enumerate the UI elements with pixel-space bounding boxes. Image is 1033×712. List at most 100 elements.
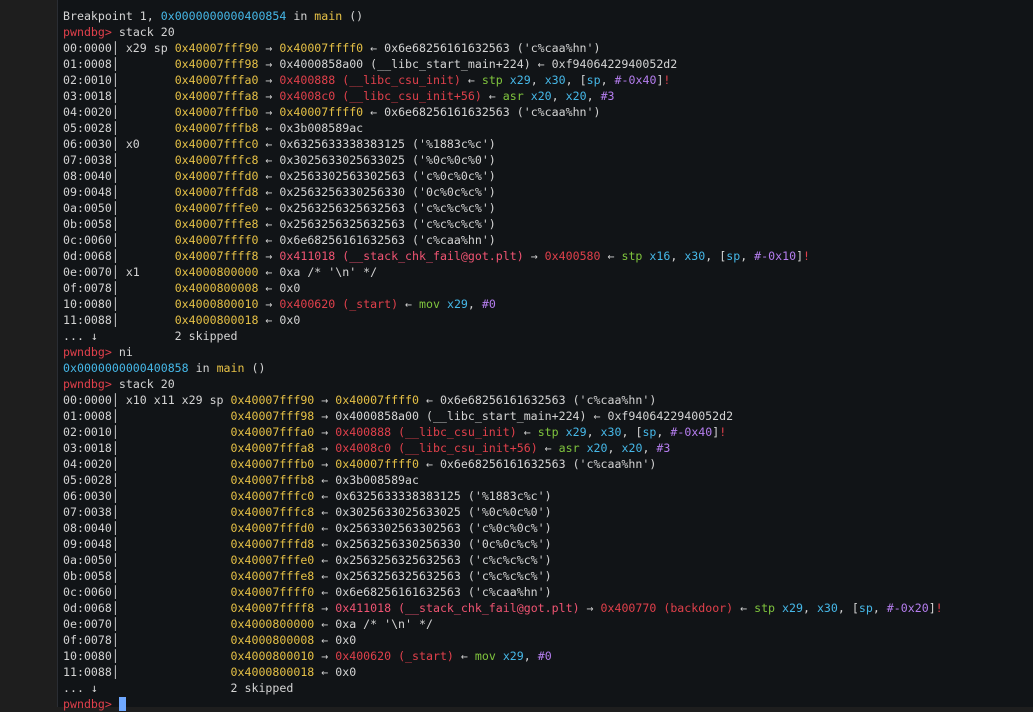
terminal-text: 0x4008c0 (__libc_csu_init+56) <box>335 441 538 455</box>
terminal-text: ← 0x6e68256161632563 ('c%caa%hn') <box>363 105 601 119</box>
terminal-line: pwndbg> <box>58 696 1033 712</box>
terminal-text: 0x40007fffd0 <box>230 521 315 535</box>
terminal-line: pwndbg> stack 20 <box>58 24 1033 40</box>
terminal-text: 0x40007fffa0 <box>174 73 259 87</box>
terminal-text: → <box>314 601 336 615</box>
terminal-text: 11:0088│ <box>63 313 175 327</box>
terminal-text: 0x40007fff90 <box>174 41 259 55</box>
terminal-text: 09:0048│ <box>63 185 175 199</box>
terminal-text: , <box>600 73 615 87</box>
terminal-text: ni <box>111 345 133 359</box>
terminal-text: stack 20 <box>111 25 175 39</box>
prompt-label: pwndbg> <box>63 697 112 711</box>
terminal-text: ← <box>516 425 538 439</box>
terminal-text: ← 0x6325633338383125 ('%1883c%c') <box>258 137 496 151</box>
terminal-text: ← 0x0 <box>258 313 301 327</box>
terminal-text: 0x40007ffff0 <box>335 457 420 471</box>
terminal-text: #0 <box>481 297 496 311</box>
terminal-text: , <box>670 249 685 263</box>
terminal-text: 0e:0070│ x1 <box>63 265 175 279</box>
terminal-line: 00:0000│ x10 x11 x29 sp 0x40007fff90 → 0… <box>58 392 1033 408</box>
terminal-text: ← 0x3025633025633025 ('%0c%0c%0') <box>314 505 552 519</box>
terminal-text: sp <box>642 425 657 439</box>
terminal-text: mov <box>419 297 440 311</box>
terminal-text: sp <box>586 73 601 87</box>
terminal-text: 0a:0050│ <box>63 201 175 215</box>
terminal-text: #3 <box>656 441 671 455</box>
terminal-text: 0x40007fffd8 <box>174 185 259 199</box>
terminal-line: 11:0088│ 0x4000800018 ← 0x0 <box>58 312 1033 328</box>
terminal-text: , <box>586 425 601 439</box>
terminal-text: → 0x4000858a00 (__libc_start_main+224) ←… <box>314 409 734 423</box>
terminal-text: ← 0x6e68256161632563 ('c%caa%hn') <box>258 233 496 247</box>
terminal-text: sp <box>726 249 741 263</box>
terminal-text: , <box>642 441 657 455</box>
terminal-text: ← 0x6e68256161632563 ('c%caa%hn') <box>363 41 601 55</box>
terminal-text: 0e:0070│ <box>63 617 231 631</box>
terminal-text: 02:0010│ <box>63 73 175 87</box>
terminal-text: 0x40007ffff8 <box>230 601 315 615</box>
terminal-text: main <box>314 9 343 23</box>
terminal-text: , [ <box>705 249 727 263</box>
terminal-text: 0x411018 (__stack_chk_fail@got.plt) <box>335 601 580 615</box>
terminal-text: x29 <box>446 297 468 311</box>
terminal-text: 0x40007ffff0 <box>335 393 420 407</box>
terminal-line: ... ↓ 2 skipped <box>58 680 1033 696</box>
terminal-text: 0x40007fffc8 <box>230 505 315 519</box>
terminal-text: → <box>258 73 280 87</box>
terminal-text: ← <box>481 89 503 103</box>
terminal-text: x20 <box>565 89 587 103</box>
terminal-line: 06:0030│ 0x40007fffc0 ← 0x63256333383831… <box>58 488 1033 504</box>
terminal-text: 09:0048│ <box>63 537 231 551</box>
terminal-text: 04:0020│ <box>63 105 175 119</box>
terminal-text: () <box>342 9 364 23</box>
terminal-text: , <box>523 649 538 663</box>
terminal-line: 07:0038│ 0x40007fffc8 ← 0x30256330256330… <box>58 152 1033 168</box>
terminal-text: 0x40007fffb0 <box>230 457 315 471</box>
terminal-text: 0x40007ffff0 <box>279 41 364 55</box>
terminal-text: x30 <box>816 601 838 615</box>
terminal-text: → <box>258 297 280 311</box>
terminal-text: 06:0030│ x0 <box>63 137 175 151</box>
terminal-text: 0x40007fffc8 <box>174 153 259 167</box>
cursor[interactable] <box>118 697 126 711</box>
terminal-text: , <box>467 297 482 311</box>
terminal-text: stack 20 <box>111 377 175 391</box>
terminal-text: main <box>216 361 245 375</box>
terminal-text: #0 <box>537 649 552 663</box>
prompt-label: pwndbg> <box>63 345 112 359</box>
terminal-text: mov <box>474 649 496 663</box>
terminal-text: ← 0x2563256325632563 ('c%c%c%c%') <box>258 217 496 231</box>
terminal-text: 0x40007fffc0 <box>174 137 259 151</box>
terminal-text: 0x40007fffe0 <box>230 553 315 567</box>
terminal-line: 05:0028│ 0x40007fffb8 ← 0x3b008589ac <box>58 472 1033 488</box>
terminal-text: 0x40007fffe8 <box>174 217 259 231</box>
terminal-text: asr <box>502 89 524 103</box>
terminal-text: 01:0008│ <box>63 409 231 423</box>
terminal-text: 0x4000800018 <box>174 313 259 327</box>
terminal-text: 0x4000800000 <box>230 617 315 631</box>
terminal-text: , <box>607 441 622 455</box>
terminal-line: 03:0018│ 0x40007fffa8 → 0x4008c0 (__libc… <box>58 440 1033 456</box>
terminal-line: 0a:0050│ 0x40007fffe0 ← 0x25632563256325… <box>58 200 1033 216</box>
terminal-text: 0x40007fffe8 <box>230 569 315 583</box>
terminal-text: 0c:0060│ <box>63 585 231 599</box>
terminal-text: 0x40007fffa0 <box>230 425 315 439</box>
terminal-window[interactable]: Breakpoint 1, 0x0000000000400854 in main… <box>57 0 1033 711</box>
terminal-text: ← <box>733 601 755 615</box>
terminal-text: ! <box>663 73 671 87</box>
terminal-line: 10:0080│ 0x4000800010 → 0x400620 (_start… <box>58 648 1033 664</box>
terminal-text: , <box>586 89 601 103</box>
terminal-text: 0x40007ffff0 <box>230 585 315 599</box>
terminal-output: Breakpoint 1, 0x0000000000400854 in main… <box>58 8 1033 712</box>
terminal-text: 10:0080│ <box>63 649 231 663</box>
terminal-text: asr <box>558 441 580 455</box>
terminal-text: 0x400580 <box>544 249 601 263</box>
terminal-line: 0b:0058│ 0x40007fffe8 ← 0x25632563256325… <box>58 568 1033 584</box>
terminal-text: 0x0000000000400858 <box>63 361 189 375</box>
terminal-text: , [ <box>621 425 643 439</box>
terminal-line: ... ↓ 2 skipped <box>58 328 1033 344</box>
